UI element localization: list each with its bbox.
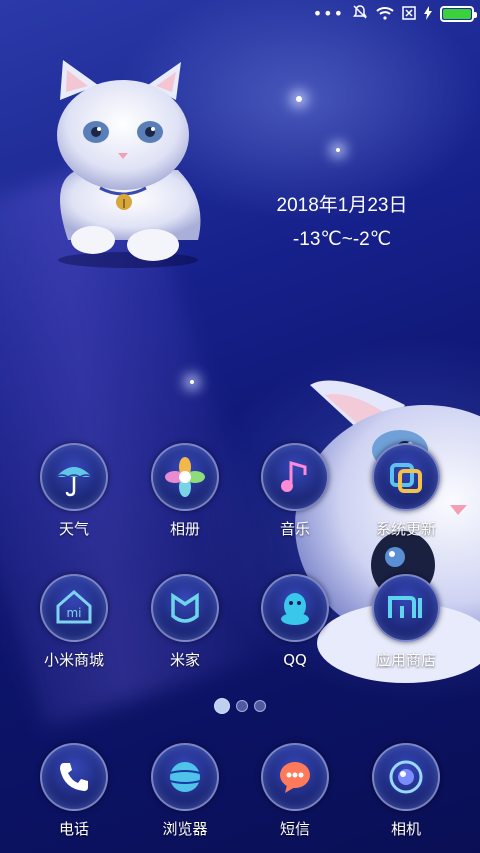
battery-level (443, 9, 471, 19)
mute-bell-icon (352, 4, 368, 24)
phone-icon (40, 743, 108, 811)
app-label: 相册 (169, 520, 200, 538)
page-dot[interactable] (236, 700, 248, 712)
more-icon: ••• (312, 4, 344, 23)
app-label: 音乐 (279, 520, 310, 538)
temperature-text: -13℃~-2℃ (292, 229, 392, 250)
sparkle (336, 148, 340, 152)
app-phone[interactable]: 电话 (19, 743, 129, 839)
small-cat-illustration (57, 60, 201, 268)
no-sim-icon (402, 5, 416, 24)
battery-icon (440, 6, 477, 22)
app-label: 小米商城 (43, 651, 104, 669)
sparkle (190, 380, 194, 384)
app-app-store[interactable]: 应用商店 (351, 574, 461, 670)
app-label: 天气 (58, 520, 89, 538)
date-text: 2018年1月23日 (276, 195, 408, 216)
app-label: 浏览器 (162, 820, 208, 838)
music-note-icon (261, 443, 329, 511)
app-weather[interactable]: 天气 (19, 443, 129, 539)
svg-text:mi: mi (66, 606, 81, 620)
camera-icon (372, 743, 440, 811)
wifi-icon (376, 5, 394, 24)
flower-icon (151, 443, 219, 511)
app-messages[interactable]: 短信 (240, 743, 350, 839)
app-gallery[interactable]: 相册 (130, 443, 240, 539)
app-label: 应用商店 (375, 651, 436, 669)
browser-icon (151, 743, 219, 811)
status-bar: ••• (0, 0, 480, 28)
app-label: 米家 (169, 651, 200, 669)
app-camera[interactable]: 相机 (351, 743, 461, 839)
page-indicator[interactable] (0, 698, 480, 714)
app-label: QQ (283, 651, 307, 669)
app-music[interactable]: 音乐 (240, 443, 350, 539)
mijia-icon (151, 574, 219, 642)
app-mijia[interactable]: 米家 (130, 574, 240, 670)
update-icon (372, 443, 440, 511)
qq-penguin-icon (261, 574, 329, 642)
mi-logo-icon (372, 574, 440, 642)
app-qq[interactable]: QQ (240, 574, 350, 670)
page-dot[interactable] (214, 698, 230, 714)
app-browser[interactable]: 浏览器 (130, 743, 240, 839)
page-dot[interactable] (254, 700, 266, 712)
message-icon (261, 743, 329, 811)
umbrella-icon (40, 443, 108, 511)
charging-icon (424, 5, 432, 24)
app-label: 电话 (58, 820, 89, 838)
store-icon: mi (40, 574, 108, 642)
app-label: 相机 (390, 820, 421, 838)
date-weather-widget[interactable]: 2018年1月23日 -13℃~-2℃ (262, 192, 422, 254)
sparkle (296, 96, 302, 102)
app-system-update[interactable]: 系统更新 (351, 443, 461, 539)
app-mi-store[interactable]: mi 小米商城 (19, 574, 129, 670)
app-label: 系统更新 (375, 520, 436, 538)
app-label: 短信 (279, 820, 310, 838)
